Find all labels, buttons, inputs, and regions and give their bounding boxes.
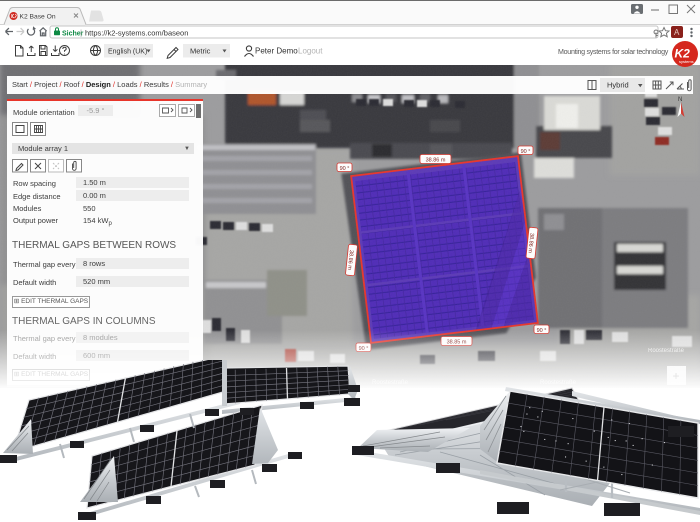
svg-text:Hybrid: Hybrid — [607, 81, 629, 90]
svg-text:A: A — [674, 28, 680, 37]
svg-text:|: | — [80, 29, 82, 38]
svg-text:K2 Base On: K2 Base On — [20, 14, 56, 21]
svg-text:https://k2-systems.com/baseon: https://k2-systems.com/baseon — [85, 28, 188, 37]
svg-text:Peter Demo: Peter Demo — [255, 47, 298, 56]
svg-text:Metric: Metric — [190, 46, 211, 55]
svg-text:Logout: Logout — [298, 47, 323, 56]
svg-text:systems: systems — [679, 59, 694, 64]
svg-text:English (UK): English (UK) — [108, 48, 147, 55]
